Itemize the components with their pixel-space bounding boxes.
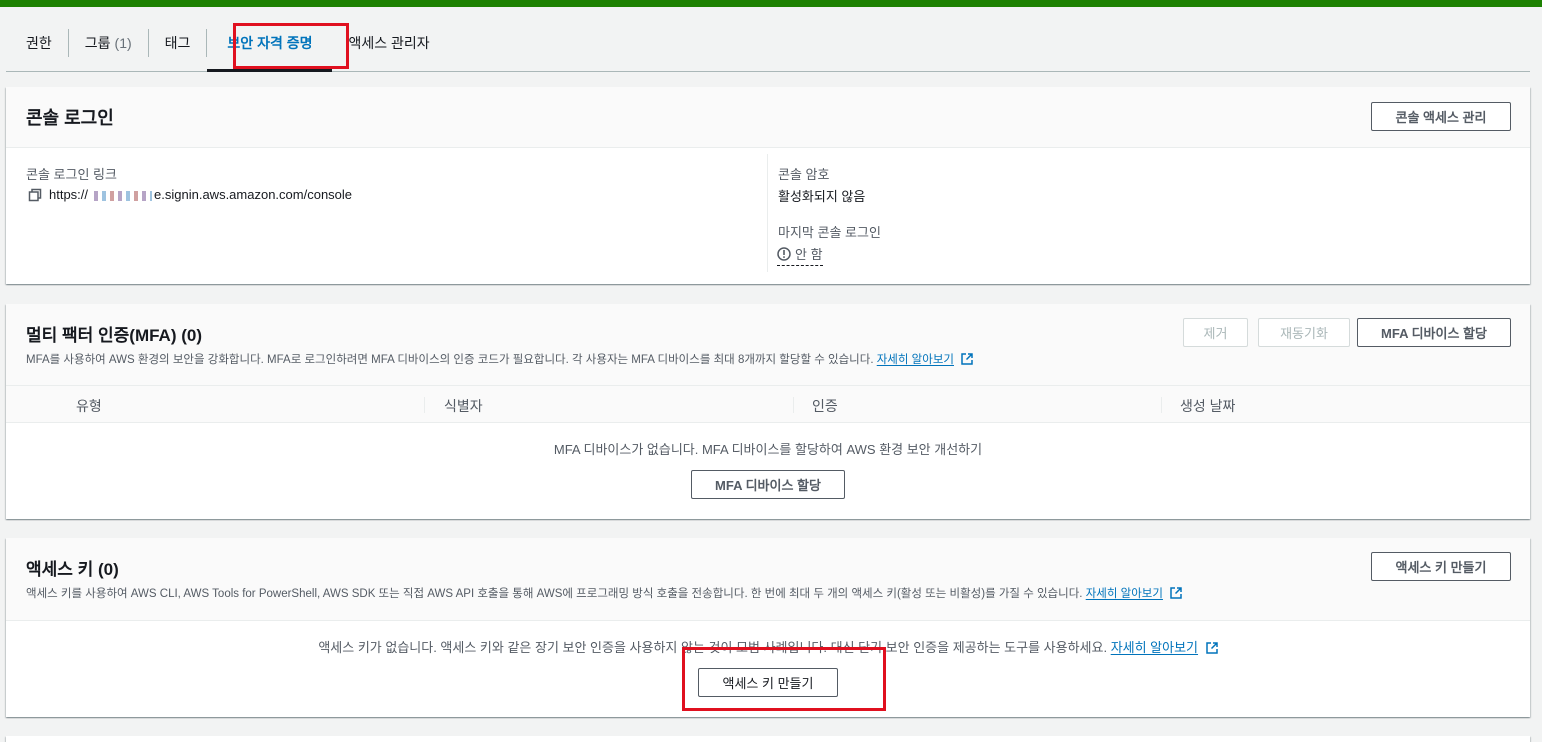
console-signin-title: 콘솔 로그인 — [26, 108, 114, 128]
mfa-empty-text: MFA 디바이스가 없습니다. MFA 디바이스를 할당하여 AWS 환경 보안… — [553, 442, 983, 457]
mfa-learn-more-link[interactable]: 자세히 알아보기 — [877, 354, 954, 366]
last-console-login-value[interactable]: 안 함 — [777, 244, 823, 266]
console-signin-panel: 콘솔 로그인 콘솔 액세스 관리 콘솔 로그인 링크 https:// e.sig… — [6, 87, 1530, 284]
remove-mfa-button[interactable]: 제거 — [1183, 318, 1248, 347]
column-header-certification[interactable]: 인증 — [812, 396, 838, 416]
next-panel — [6, 736, 1530, 742]
mfa-table-header: 유형 식별자 인증 생성 날짜 — [6, 385, 1530, 423]
redacted-account-id — [90, 190, 153, 201]
tab-access-advisor[interactable]: 액세스 관리자 — [332, 22, 445, 71]
tab-count: (1) — [114, 34, 132, 51]
access-keys-empty-message: 액세스 키가 없습니다. 액세스 키와 같은 장기 보안 인증을 사용하지 않는… — [6, 637, 1530, 656]
tab-security-credentials[interactable]: 보안 자격 증명 — [207, 22, 333, 72]
tab-groups[interactable]: 그룹 (1) — [69, 22, 148, 71]
console-password-value: 활성화되지 않음 — [778, 189, 866, 204]
last-console-login-label: 마지막 콘솔 로그인 — [778, 225, 881, 240]
console-link-label: 콘솔 로그인 링크 — [26, 167, 117, 182]
access-keys-empty-text: 액세스 키가 없습니다. 액세스 키와 같은 장기 보안 인증을 사용하지 않는… — [318, 640, 1108, 655]
assign-mfa-empty-button[interactable]: MFA 디바이스 할당 — [691, 470, 845, 499]
mfa-panel: 멀티 팩터 인증(MFA) (0) MFA를 사용하여 AWS 환경의 보안을 … — [6, 304, 1530, 519]
tab-label: 액세스 관리자 — [348, 34, 430, 51]
create-access-key-button[interactable]: 액세스 키 만들기 — [1371, 552, 1511, 581]
column-divider — [793, 397, 794, 413]
column-divider — [424, 397, 425, 413]
tab-label: 그룹 — [84, 34, 111, 51]
external-link-icon — [1205, 642, 1218, 654]
last-login-text: 안 함 — [795, 247, 823, 262]
mfa-description-text: MFA를 사용하여 AWS 환경의 보안을 강화합니다. MFA로 로그인하려면… — [26, 354, 874, 366]
info-icon — [777, 246, 791, 261]
access-keys-learn-more-link[interactable]: 자세히 알아보기 — [1086, 588, 1163, 600]
column-divider — [1161, 397, 1162, 413]
tab-tags[interactable]: 태그 — [149, 22, 207, 71]
manage-console-access-button[interactable]: 콘솔 액세스 관리 — [1371, 102, 1511, 131]
assign-mfa-button[interactable]: MFA 디바이스 할당 — [1357, 318, 1511, 347]
access-keys-description: 액세스 키를 사용하여 AWS CLI, AWS Tools for Power… — [26, 585, 1182, 601]
column-header-identifier[interactable]: 식별자 — [444, 396, 483, 416]
console-link-prefix: https:// — [49, 187, 89, 202]
access-keys-empty-learn-more-link[interactable]: 자세히 알아보기 — [1111, 640, 1198, 655]
tab-permissions[interactable]: 권한 — [6, 22, 68, 71]
console-signin-header: 콘솔 로그인 콘솔 액세스 관리 — [6, 87, 1530, 148]
mfa-header: 멀티 팩터 인증(MFA) (0) MFA를 사용하여 AWS 환경의 보안을 … — [6, 304, 1530, 386]
create-access-key-empty-button[interactable]: 액세스 키 만들기 — [698, 668, 838, 697]
external-link-icon — [961, 353, 973, 365]
access-keys-header: 액세스 키 (0) 액세스 키를 사용하여 AWS CLI, AWS Tools… — [6, 538, 1530, 621]
console-link-url[interactable]: https:// e.signin.aws.amazon.com/console — [49, 187, 352, 202]
console-password-label: 콘솔 암호 — [778, 167, 830, 182]
resync-mfa-button[interactable]: 재동기화 — [1258, 318, 1350, 347]
column-header-type[interactable]: 유형 — [76, 396, 102, 416]
console-link-suffix: e.signin.aws.amazon.com/console — [154, 187, 353, 202]
column-divider — [767, 154, 768, 272]
access-keys-title: 액세스 키 (0) — [26, 560, 119, 579]
access-keys-description-text: 액세스 키를 사용하여 AWS CLI, AWS Tools for Power… — [26, 588, 1083, 600]
tab-label: 권한 — [26, 34, 52, 51]
mfa-description: MFA를 사용하여 AWS 환경의 보안을 강화합니다. MFA로 로그인하려면… — [26, 351, 973, 367]
tab-label: 태그 — [164, 34, 191, 51]
mfa-title: 멀티 팩터 인증(MFA) (0) — [26, 326, 202, 345]
top-accent-bar — [0, 0, 1542, 7]
tab-bar: 권한 그룹 (1) 태그 보안 자격 증명 액세스 관리자 — [6, 22, 1530, 72]
access-keys-panel: 액세스 키 (0) 액세스 키를 사용하여 AWS CLI, AWS Tools… — [6, 538, 1530, 717]
copy-icon[interactable] — [28, 188, 42, 202]
external-link-icon — [1170, 587, 1182, 599]
tab-label: 보안 자격 증명 — [227, 34, 313, 51]
column-header-created-date[interactable]: 생성 날짜 — [1180, 396, 1235, 416]
